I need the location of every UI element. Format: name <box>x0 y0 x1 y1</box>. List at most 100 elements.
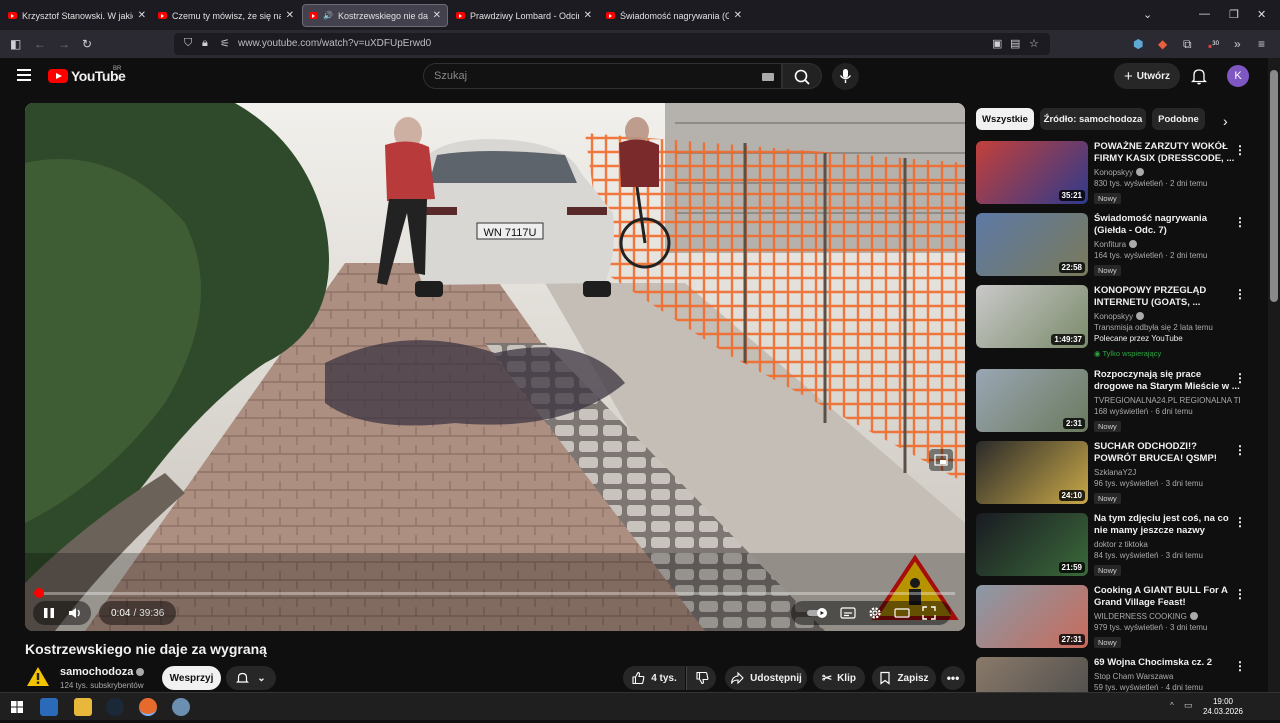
chevron-right-icon[interactable]: › <box>1223 113 1228 129</box>
recommendation-title[interactable]: POWAŻNE ZARZUTY WOKÓŁ FIRMY KASIX (DRESS… <box>1094 141 1240 165</box>
recommendation-item[interactable]: 22:58 Świadomość nagrywania (Giełda - Odc… <box>976 213 1252 279</box>
taskbar-app-icon[interactable] <box>172 698 190 716</box>
keyboard-icon[interactable] <box>762 73 774 81</box>
miniplayer-button[interactable] <box>929 449 953 471</box>
reload-icon[interactable]: ↻ <box>82 37 92 51</box>
seek-handle[interactable] <box>33 588 44 598</box>
url-text[interactable]: www.youtube.com/watch?v=uXDFUpErwd0 <box>238 38 431 49</box>
video-thumbnail[interactable]: 21:59 <box>976 513 1088 576</box>
sidebar-icon[interactable]: ◧ <box>10 37 21 51</box>
dislike-button[interactable] <box>686 666 716 690</box>
close-tab-icon[interactable]: ✕ <box>138 10 146 21</box>
more-vertical-icon[interactable]: ⋮ <box>1234 515 1246 529</box>
tray-chevron-icon[interactable]: ^ <box>1170 701 1174 710</box>
more-vertical-icon[interactable]: ⋮ <box>1234 215 1246 229</box>
bookmark-star-icon[interactable]: ☆ <box>1029 37 1039 50</box>
theater-mode-button[interactable] <box>894 607 910 619</box>
autoplay-toggle[interactable] <box>806 607 828 619</box>
recommendation-title[interactable]: Cooking A GIANT BULL For A Grand Village… <box>1094 585 1240 609</box>
recommendation-channel[interactable]: TVREGIONALNA24.PL REGIONALNA TE... <box>1094 396 1240 405</box>
recommendation-channel[interactable]: WILDERNESS COOKING <box>1094 612 1240 621</box>
video-thumbnail[interactable]: 24:10 <box>976 441 1088 504</box>
fullscreen-button[interactable] <box>922 606 936 620</box>
permissions-icon[interactable]: ⚟ <box>220 37 230 50</box>
recommendation-item[interactable]: 2:31 Rozpoczynają się prace drogowe na St… <box>976 369 1252 435</box>
account-avatar[interactable]: K <box>1227 65 1249 87</box>
recommendation-title[interactable]: Świadomość nagrywania (Giełda - Odc. 7) <box>1094 213 1240 237</box>
browser-tab[interactable]: Prawdziwy Lombard - Odcinek ✕ <box>450 4 598 27</box>
recommendation-item[interactable]: 35:21 POWAŻNE ZARZUTY WOKÓŁ FIRMY KASIX (… <box>976 141 1252 207</box>
recommendation-item[interactable]: 27:31 Cooking A GIANT BULL For A Grand Vi… <box>976 585 1252 651</box>
recommendation-item[interactable]: 1:49:37 KONOPOWY PRZEGLĄD INTERNETU (GOAT… <box>976 285 1252 358</box>
back-icon[interactable]: ← <box>34 37 46 51</box>
restore-icon[interactable]: ❐ <box>1229 8 1239 21</box>
channel-avatar[interactable] <box>25 664 51 690</box>
speaker-icon[interactable]: 🔊 <box>323 11 333 20</box>
extension-fox-icon[interactable]: ◆ <box>1158 37 1167 51</box>
recommendation-title[interactable]: Na tym zdjęciu jest coś, na co nie mamy … <box>1094 513 1240 537</box>
extension-shield-icon[interactable]: ⬢ <box>1133 37 1143 51</box>
minimize-icon[interactable]: — <box>1199 8 1210 20</box>
more-vertical-icon[interactable]: ⋮ <box>1234 287 1246 301</box>
notification-preferences-button[interactable]: ⌄ <box>226 666 276 690</box>
recommendation-title[interactable]: Rozpoczynają się prace drogowe na Starym… <box>1094 369 1240 393</box>
start-button[interactable] <box>8 698 26 716</box>
clip-button[interactable]: ✂ Klip <box>813 666 865 690</box>
lock-icon[interactable]: 🔒︎ <box>202 37 208 50</box>
extensions-icon[interactable]: ⧉ <box>1183 37 1192 51</box>
pause-button[interactable] <box>41 606 57 620</box>
like-button[interactable]: 4 tys. <box>623 666 685 690</box>
support-button[interactable]: Wesprzyj <box>162 666 221 690</box>
recommendation-channel[interactable]: doktor z tiktoka <box>1094 540 1240 549</box>
video-thumbnail[interactable]: 27:31 <box>976 585 1088 648</box>
browser-tab-active[interactable]: 🔊 Kostrzewskiego nie daje za ✕ <box>302 4 448 27</box>
close-tab-icon[interactable]: ✕ <box>584 10 592 21</box>
video-thumbnail[interactable]: 2:31 <box>976 369 1088 432</box>
taskbar-clock[interactable]: 19:00 24.03.2026 <box>1200 697 1246 717</box>
recommendation-title[interactable]: 69 Wojna Chocimska cz. 2 <box>1094 657 1240 669</box>
subtitles-button[interactable] <box>840 607 856 619</box>
search-button[interactable] <box>782 63 822 89</box>
browser-tab[interactable]: Czemu ty mówisz, że się na ciebi ✕ <box>152 4 300 27</box>
recommendation-channel[interactable]: Konfitura <box>1094 240 1240 249</box>
taskbar-app-icon[interactable] <box>40 698 58 716</box>
network-icon[interactable]: ▭ <box>1184 700 1193 711</box>
settings-button[interactable] <box>868 606 882 620</box>
scrollbar-thumb[interactable] <box>1270 70 1278 302</box>
youtube-logo[interactable]: YouTube BR <box>48 66 126 84</box>
close-window-icon[interactable]: ✕ <box>1257 8 1266 21</box>
channel-name[interactable]: samochodoza <box>60 666 145 678</box>
video-player[interactable]: WN 7117U 0:04 / 39:36 <box>25 103 965 631</box>
recommendation-title[interactable]: SUCHAR ODCHODZI!? POWRÓT BRUCEA! QSMP! P… <box>1094 441 1240 465</box>
seek-bar[interactable] <box>33 588 955 598</box>
page-scrollbar[interactable] <box>1268 58 1280 692</box>
more-vertical-icon[interactable]: ⋮ <box>1234 143 1246 157</box>
notifications-button[interactable] <box>1190 67 1208 90</box>
close-tab-icon[interactable]: ✕ <box>433 10 441 21</box>
search-input[interactable]: Szukaj <box>423 63 782 89</box>
menu-icon[interactable] <box>17 69 31 81</box>
share-button[interactable]: Udostępnij <box>725 666 807 690</box>
forward-icon[interactable]: → <box>58 37 70 51</box>
volume-button[interactable] <box>67 606 83 620</box>
extension-badge-icon[interactable]: ▪30 <box>1208 37 1219 53</box>
reader-view-icon[interactable]: ▤ <box>1010 37 1020 50</box>
address-bar[interactable]: ⛉ 🔒︎ ⚟ www.youtube.com/watch?v=uXDFUpErw… <box>174 33 1050 55</box>
firefox-icon[interactable] <box>139 698 157 716</box>
browser-tab[interactable]: Krzysztof Stanowski. W jakiej sp ✕ <box>2 4 152 27</box>
recommendation-item[interactable]: 21:59 Na tym zdjęciu jest coś, na co nie … <box>976 513 1252 579</box>
tracking-shield-icon[interactable]: ⛉ <box>184 37 192 50</box>
more-tools-icon[interactable]: » <box>1234 37 1241 51</box>
more-vertical-icon[interactable]: ⋮ <box>1234 587 1246 601</box>
more-actions-button[interactable]: ••• <box>941 666 965 690</box>
recommendation-item[interactable]: 24:10 SUCHAR ODCHODZI!? POWRÓT BRUCEA! QS… <box>976 441 1252 507</box>
tab-list-icon[interactable]: ⌄ <box>1143 8 1152 21</box>
browser-tab[interactable]: Świadomość nagrywania (Giełd ✕ <box>600 4 748 27</box>
file-explorer-icon[interactable] <box>74 698 92 716</box>
video-thumbnail[interactable]: 1:49:37 <box>976 285 1088 348</box>
close-tab-icon[interactable]: ✕ <box>286 10 294 21</box>
chip-related[interactable]: Podobne <box>1152 108 1205 130</box>
recommendation-channel[interactable]: Konopskyy <box>1094 168 1240 177</box>
recommendation-channel[interactable]: Konopskyy <box>1094 312 1240 321</box>
steam-icon[interactable] <box>106 698 124 716</box>
